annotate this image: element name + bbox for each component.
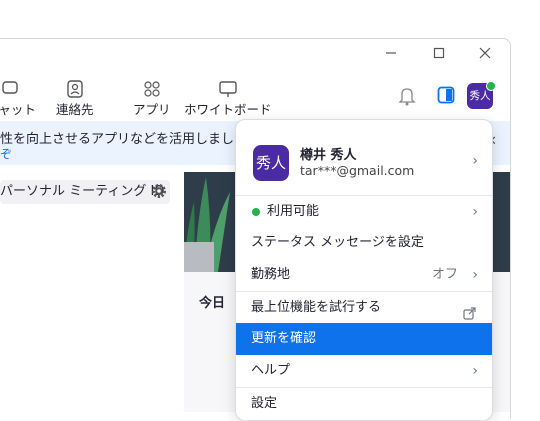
try-top-label: 最上位機能を試行する (251, 300, 382, 315)
tab-chat[interactable]: チャット (0, 80, 36, 118)
menu-item-settings[interactable]: 設定 (236, 388, 492, 420)
tab-apps[interactable]: アプリ (133, 80, 171, 118)
tab-apps-label: アプリ (133, 102, 171, 117)
status-label: 利用可能 (267, 204, 320, 219)
user-name: 樽井 秀人 (300, 148, 357, 163)
tab-contacts-label: 連絡先 (56, 102, 94, 117)
menu-item-help[interactable]: ヘルプ › (236, 355, 492, 387)
minimize-button[interactable] (376, 40, 406, 68)
bell-icon (398, 88, 416, 106)
user-email: tar***@gmail.com (300, 163, 415, 178)
help-label: ヘルプ (251, 363, 291, 378)
work-location-label: 勤務地 (251, 267, 291, 282)
banner-link[interactable]: ぞ (0, 145, 12, 162)
personal-meeting-id-label[interactable]: パーソナル ミーティング ID (0, 180, 171, 204)
tab-whiteboard[interactable]: ホワイトボード (184, 80, 272, 118)
close-icon (479, 47, 491, 59)
chevron-right-icon: › (472, 267, 478, 283)
side-panel-button[interactable] (437, 86, 455, 108)
apps-icon (133, 80, 171, 98)
menu-item-work-location[interactable]: 勤務地 オフ › (236, 259, 492, 291)
minimize-icon (386, 52, 396, 54)
close-window-button[interactable] (470, 40, 500, 68)
menu-item-check-updates[interactable]: 更新を確認 (236, 323, 492, 355)
work-location-value: オフ (431, 267, 458, 282)
contacts-icon (56, 80, 94, 98)
gear-icon (152, 184, 166, 198)
online-status-dot (486, 81, 496, 91)
profile-menu: 秀人 樽井 秀人 tar***@gmail.com › 利用可能 › ステータス… (235, 119, 493, 421)
banner-text: 性を向上させるアプリなどを活用しましょう (0, 132, 261, 147)
menu-item-status[interactable]: 利用可能 › (236, 196, 492, 228)
tab-chat-label: チャット (0, 102, 36, 117)
maximize-icon (433, 47, 445, 59)
status-available-dot (252, 208, 260, 216)
chevron-right-icon: › (472, 363, 478, 379)
check-updates-label: 更新を確認 (251, 331, 317, 346)
notifications-button[interactable] (398, 86, 416, 110)
menu-item-set-status[interactable]: ステータス メッセージを設定 (236, 227, 492, 259)
profile-chevron-icon[interactable]: › (472, 153, 478, 169)
chevron-right-icon: › (472, 204, 478, 220)
settings-gear-button[interactable] (150, 182, 168, 204)
menu-avatar: 秀人 (253, 145, 289, 181)
tab-contacts[interactable]: 連絡先 (56, 80, 94, 118)
chat-icon (0, 80, 36, 98)
avatar-text: 秀人 (469, 90, 491, 102)
menu-item-try-top-features[interactable]: 最上位機能を試行する (236, 292, 492, 324)
maximize-button[interactable] (424, 40, 454, 68)
today-label: 今日 (199, 296, 226, 311)
settings-label: 設定 (251, 396, 278, 411)
whiteboard-icon (184, 80, 272, 98)
set-status-label: ステータス メッセージを設定 (251, 235, 424, 250)
side-panel-icon (437, 86, 455, 104)
tab-whiteboard-label: ホワイトボード (184, 102, 272, 117)
